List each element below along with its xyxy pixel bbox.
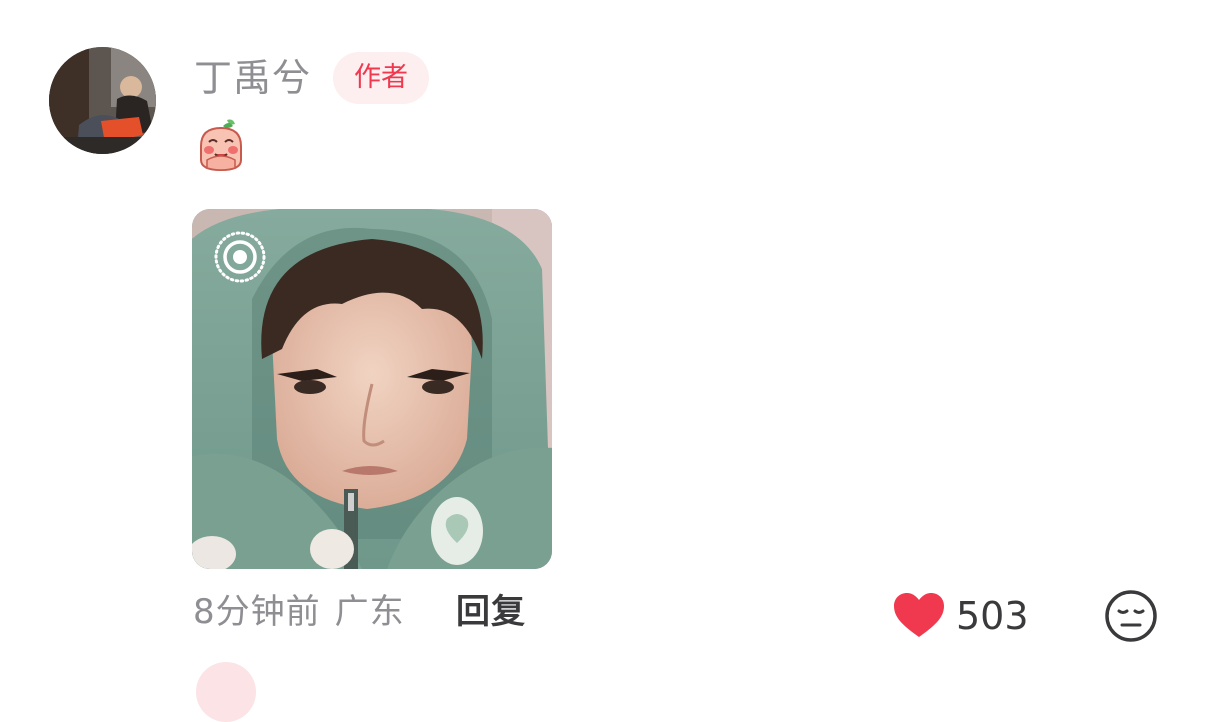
author-badge: 作者 [333, 52, 429, 104]
comment-meta: 8分钟前 广东 [193, 588, 405, 636]
comment-location: 广东 [334, 592, 405, 632]
author-avatar[interactable] [49, 47, 156, 154]
next-comment-avatar[interactable] [196, 662, 256, 722]
like-count: 503 [956, 594, 1029, 638]
neutral-face-icon[interactable] [1104, 589, 1158, 643]
peach-sticker-icon [193, 116, 249, 174]
comment-time: 8分钟前 [193, 592, 321, 632]
heart-icon [894, 593, 944, 637]
live-photo-icon [213, 230, 267, 284]
reply-button[interactable]: 回复 [456, 588, 526, 636]
author-name[interactable]: 丁禹兮 [194, 52, 311, 104]
